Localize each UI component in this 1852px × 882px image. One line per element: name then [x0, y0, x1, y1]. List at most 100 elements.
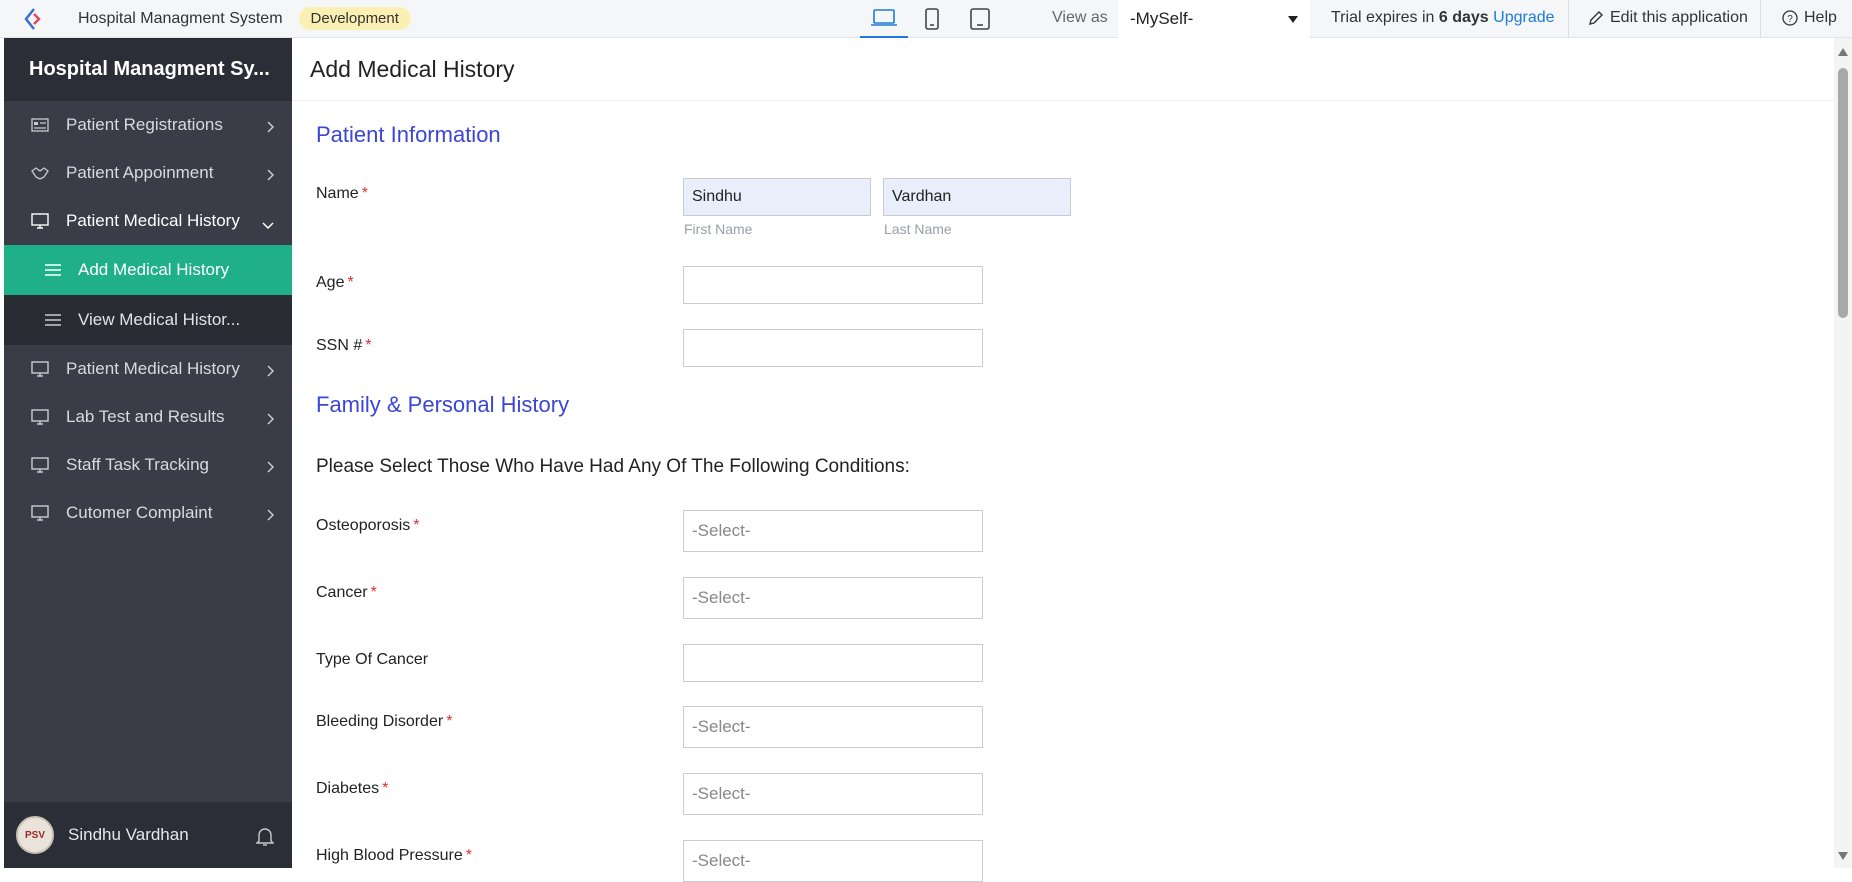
sidebar-item-patient-registrations[interactable]: Patient Registrations: [4, 101, 292, 149]
chevron-right-icon: [266, 458, 275, 478]
top-bar: Hospital Managment System Development Vi…: [0, 0, 1852, 38]
first-name-caption: First Name: [684, 221, 753, 237]
tablet-icon[interactable]: [956, 0, 1004, 38]
sidebar-subitem-view-medical-history[interactable]: View Medical Histor...: [4, 295, 292, 345]
sidebar-item-patient-medical-history[interactable]: Patient Medical History: [4, 197, 292, 245]
environment-badge[interactable]: Development: [298, 7, 411, 30]
first-name-value: Sindhu: [692, 188, 742, 205]
chevron-right-icon: [266, 410, 275, 430]
avatar[interactable]: PSV: [16, 816, 54, 854]
age-label: Age *: [316, 274, 354, 291]
type-of-cancer-field[interactable]: [683, 644, 983, 682]
name-label: Name *: [316, 185, 368, 202]
required-mark: *: [365, 337, 372, 354]
sidebar-item-label: Patient Appoinment: [66, 163, 214, 182]
trial-days: 6 days: [1438, 9, 1489, 26]
sidebar-item-patient-medical-history-2[interactable]: Patient Medical History: [4, 345, 292, 393]
monitor-icon: [29, 503, 51, 523]
edit-application-button[interactable]: Edit this application: [1588, 9, 1748, 27]
high-blood-pressure-label: High Blood Pressure *: [316, 847, 472, 864]
required-mark: *: [382, 780, 389, 797]
section-patient-information: Patient Information: [316, 122, 501, 147]
help-label: Help: [1804, 9, 1837, 26]
pencil-icon: [1589, 11, 1603, 25]
help-button[interactable]: ? Help: [1782, 9, 1837, 27]
sidebar-item-lab-test-and-results[interactable]: Lab Test and Results: [4, 393, 292, 441]
help-icon: ?: [1782, 10, 1798, 26]
laptop-icon[interactable]: [860, 0, 908, 38]
bleeding-disorder-select[interactable]: -Select-: [683, 706, 983, 748]
first-name-field[interactable]: Sindhu: [683, 178, 871, 216]
cancer-label: Cancer *: [316, 584, 377, 601]
sidebar-item-staff-task-tracking[interactable]: Staff Task Tracking: [4, 441, 292, 489]
page-title: Add Medical History: [292, 38, 1834, 101]
sidebar-subitem-add-medical-history[interactable]: Add Medical History: [4, 245, 292, 295]
sidebar-item-label: Lab Test and Results: [66, 407, 225, 426]
sidebar-item-label: Add Medical History: [78, 260, 230, 279]
select-placeholder: -Select-: [692, 717, 751, 736]
scroll-down-icon[interactable]: [1838, 852, 1848, 860]
type-of-cancer-label: Type Of Cancer: [316, 651, 429, 668]
sidebar-title: Hospital Managment Sy...: [4, 38, 292, 101]
scroll-up-icon[interactable]: [1838, 48, 1848, 56]
scrollbar[interactable]: [1834, 38, 1852, 868]
required-mark: *: [413, 517, 420, 534]
ssn-field[interactable]: [683, 329, 983, 367]
age-field[interactable]: [683, 266, 983, 304]
edit-application-label: Edit this application: [1610, 9, 1748, 26]
view-as-value: -MySelf-: [1130, 9, 1194, 28]
select-placeholder: -Select-: [692, 851, 751, 870]
select-placeholder: -Select-: [692, 521, 751, 540]
device-switcher: [860, 0, 1004, 38]
bleeding-disorder-label: Bleeding Disorder *: [316, 713, 453, 730]
divider: [1760, 0, 1761, 38]
monitor-icon: [29, 211, 51, 231]
sidebar-item-cutomer-complaint[interactable]: Cutomer Complaint: [4, 489, 292, 537]
select-placeholder: -Select-: [692, 784, 751, 803]
handshake-icon: [29, 163, 51, 183]
view-as-label: View as: [1052, 9, 1108, 26]
divider: [1568, 0, 1569, 38]
app-logo-icon[interactable]: [0, 0, 68, 38]
view-as-select[interactable]: -MySelf-: [1118, 0, 1310, 38]
upgrade-link[interactable]: Upgrade: [1493, 9, 1554, 26]
form-icon: [29, 115, 51, 135]
conditions-heading: Please Select Those Who Have Had Any Of …: [316, 456, 910, 477]
sidebar-item-patient-appoinment[interactable]: Patient Appoinment: [4, 149, 292, 197]
monitor-icon: [29, 455, 51, 475]
chevron-right-icon: [266, 118, 275, 138]
required-mark: *: [361, 185, 368, 202]
app-name: Hospital Managment System: [78, 9, 283, 27]
svg-text:?: ?: [1787, 14, 1793, 25]
section-family-personal-history: Family & Personal History: [316, 392, 570, 417]
chevron-down-icon: [1288, 15, 1298, 23]
user-name[interactable]: Sindhu Vardhan: [68, 825, 189, 845]
bell-icon[interactable]: [255, 826, 275, 851]
list-icon: [44, 312, 64, 328]
required-mark: *: [347, 274, 354, 291]
sidebar-item-label: Patient Medical History: [66, 211, 240, 230]
chevron-right-icon: [266, 362, 275, 382]
osteoporosis-label: Osteoporosis *: [316, 517, 420, 534]
user-footer: PSV Sindhu Vardhan: [4, 802, 292, 868]
required-mark: *: [370, 584, 377, 601]
diabetes-select[interactable]: -Select-: [683, 773, 983, 815]
last-name-field[interactable]: Vardhan: [883, 178, 1071, 216]
avatar-text: PSV: [24, 829, 45, 841]
sidebar-item-label: Staff Task Tracking: [66, 455, 209, 474]
monitor-icon: [29, 359, 51, 379]
osteoporosis-select[interactable]: -Select-: [683, 510, 983, 552]
diabetes-label: Diabetes *: [316, 780, 389, 797]
ssn-label: SSN # *: [316, 337, 372, 354]
last-name-caption: Last Name: [884, 221, 952, 237]
cancer-select[interactable]: -Select-: [683, 577, 983, 619]
trial-text: Trial expires in: [1331, 9, 1439, 26]
phone-icon[interactable]: [908, 0, 956, 38]
high-blood-pressure-select[interactable]: -Select-: [683, 840, 983, 882]
sidebar-item-label: View Medical Histor...: [78, 310, 241, 329]
required-mark: *: [465, 847, 472, 864]
select-placeholder: -Select-: [692, 588, 751, 607]
trial-notice: Trial expires in 6 days Upgrade: [1331, 9, 1555, 27]
main-content: Add Medical History Patient Information …: [292, 38, 1834, 882]
scrollbar-thumb[interactable]: [1838, 68, 1848, 318]
